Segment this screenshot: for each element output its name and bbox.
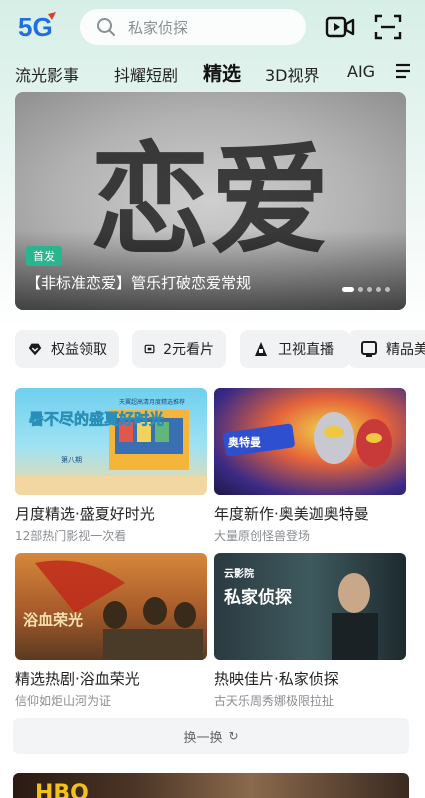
card-subtitle: 古天乐周秀娜极限拉扯 (214, 694, 335, 708)
card-thumb-brand: 云影院 (224, 567, 254, 580)
content-card[interactable]: 奥特曼 年度新作·奥美迦奥特曼 大量原创怪兽登场 (214, 388, 406, 544)
quick-entries: 权益领取 2元看片 卫视直播 精品美 (15, 330, 425, 370)
chip-label: 卫视直播 (278, 342, 334, 358)
card-subtitle: 信仰如炬山河为证 (15, 694, 112, 708)
tab-liuguang[interactable]: 流光影事 (15, 62, 79, 86)
card-thumb-sub: 天翼超高清月度精选推荐 (119, 398, 185, 406)
scan-icon[interactable] (373, 12, 403, 42)
video-record-icon[interactable] (325, 12, 355, 42)
banner-title: 【非标准恋爱】管乐打破恋爱常规 (26, 274, 252, 292)
carousel-dot (342, 287, 354, 292)
hero-banner[interactable]: 恋爱 首发 【非标准恋爱】管乐打破恋爱常规 (15, 92, 406, 310)
carousel-dot (385, 287, 390, 292)
content-card[interactable]: 云影院 私家侦探 热映佳片·私家侦探 古天乐周秀娜极限拉扯 (214, 553, 406, 709)
refresh-button[interactable]: 换一换 ↻ (13, 718, 409, 754)
tv-icon (361, 341, 377, 357)
card-title: 月度精选·盛夏好时光 (15, 505, 155, 523)
chip-premium[interactable]: 精品美 (348, 330, 425, 368)
card-thumbnail: 奥特曼 (214, 388, 406, 495)
card-thumb-tag: 第八期 (61, 455, 82, 464)
chip-two-yuan[interactable]: 2元看片 (132, 330, 226, 368)
refresh-icon: ↻ (228, 729, 239, 743)
card-thumbnail: 暑不尽的盛夏好时光 天翼超高清月度精选推荐 第八期 (15, 388, 207, 495)
card-subtitle: 12部热门影视一次看 (15, 529, 127, 543)
refresh-label: 换一换 (183, 730, 223, 746)
chip-label: 精品美 (386, 342, 425, 358)
tab-duanju[interactable]: 抖耀短剧 (114, 62, 178, 86)
card-title: 精选热剧·浴血荣光 (15, 670, 140, 688)
tab-jingxuan[interactable]: 精选 (203, 59, 241, 86)
category-tabs: 流光影事 抖耀短剧 精选 3D视界 AIG (0, 56, 425, 90)
logo-text: 5G (18, 12, 53, 42)
card-thumb-text: 暑不尽的盛夏好时光 (29, 410, 164, 428)
hbo-logo: HBO (35, 781, 89, 798)
ticket-icon (144, 344, 155, 354)
search-bar[interactable]: 私家侦探 (80, 9, 306, 45)
content-card[interactable]: 浴血荣光 精选热剧·浴血荣光 信仰如炬山河为证 (15, 553, 207, 709)
card-thumb-text: 奥特曼 (227, 435, 261, 449)
card-thumb-text: 浴血荣光 (23, 611, 83, 629)
menu-icon[interactable] (395, 62, 411, 80)
search-placeholder: 私家侦探 (128, 18, 189, 37)
carousel-indicator (342, 287, 390, 292)
carousel-dot (376, 287, 381, 292)
chip-label: 权益领取 (51, 342, 107, 358)
content-card[interactable]: 暑不尽的盛夏好时光 天翼超高清月度精选推荐 第八期 月度精选·盛夏好时光 12部… (15, 388, 207, 544)
app-logo[interactable]: 5G (18, 10, 62, 42)
carousel-dot (358, 287, 363, 292)
chip-benefits[interactable]: 权益领取 (15, 330, 119, 368)
card-thumbnail: 云影院 私家侦探 (214, 553, 406, 660)
card-subtitle: 大量原创怪兽登场 (214, 529, 311, 543)
search-icon (96, 17, 116, 37)
carousel-dot (367, 287, 372, 292)
card-title: 热映佳片·私家侦探 (214, 670, 339, 688)
broadcast-icon (255, 342, 267, 356)
tab-aig[interactable]: AIG (347, 62, 375, 81)
card-title: 年度新作·奥美迦奥特曼 (214, 505, 369, 523)
chip-label: 2元看片 (163, 342, 214, 358)
chip-satellite-live[interactable]: 卫视直播 (240, 330, 350, 368)
card-thumb-text: 私家侦探 (224, 587, 292, 608)
premiere-badge: 首发 (26, 246, 62, 266)
heart-diamond-icon (28, 343, 42, 356)
bottom-banner[interactable]: HBO (13, 773, 409, 798)
card-thumbnail: 浴血荣光 (15, 553, 207, 660)
tab-3d[interactable]: 3D视界 (265, 62, 320, 86)
banner-shade (15, 230, 406, 310)
